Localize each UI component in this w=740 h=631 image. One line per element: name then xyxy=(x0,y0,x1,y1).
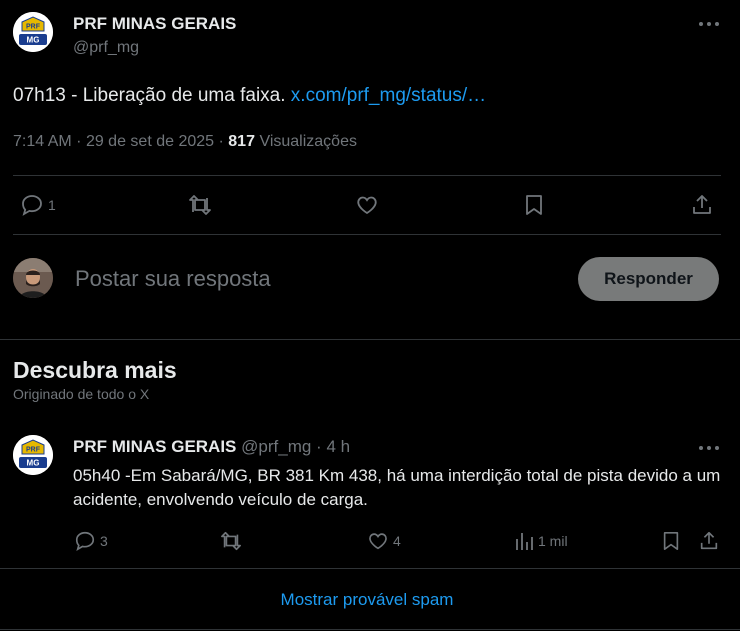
divider xyxy=(13,175,721,176)
related-views-count: 1 mil xyxy=(538,533,568,549)
related-retweet-icon[interactable] xyxy=(219,530,243,552)
related-author-handle[interactable]: @prf_mg xyxy=(241,437,311,456)
retweet-icon[interactable] xyxy=(187,193,213,217)
views-count: 817 xyxy=(228,133,255,150)
related-reply-button[interactable]: 3 xyxy=(74,530,108,552)
reply-icon xyxy=(74,530,96,552)
reply-input[interactable]: Postar sua resposta xyxy=(75,266,271,292)
more-options-icon[interactable] xyxy=(697,16,721,32)
related-views-button[interactable]: 1 mil xyxy=(514,530,568,552)
reply-icon xyxy=(20,193,44,217)
views-bar-chart-icon xyxy=(514,530,534,552)
divider xyxy=(0,629,740,630)
share-icon[interactable] xyxy=(690,193,714,217)
divider xyxy=(0,339,740,340)
tweet-body: 07h13 - Liberação de uma faixa. xyxy=(13,85,286,106)
show-spam-link[interactable]: Mostrar provável spam xyxy=(0,590,734,610)
reply-button[interactable]: 1 xyxy=(20,193,56,217)
author-avatar[interactable]: PRF MG xyxy=(13,12,53,52)
bookmark-icon[interactable] xyxy=(523,193,545,217)
related-tweet-header: PRF MINAS GERAIS @prf_mg · 4 h xyxy=(73,437,350,457)
tweet-link[interactable]: x.com/prf_mg/status/… xyxy=(291,85,486,106)
related-separator: · xyxy=(316,437,322,456)
tweet-text: 07h13 - Liberação de uma faixa. x.com/pr… xyxy=(13,84,486,108)
user-avatar[interactable] xyxy=(13,258,53,298)
tweet-date[interactable]: 29 de set de 2025 xyxy=(86,133,214,150)
discover-subtitle: Originado de todo o X xyxy=(13,386,150,402)
tweet-meta: 7:14 AM · 29 de set de 2025 · 817 Visual… xyxy=(13,133,357,150)
discover-title: Descubra mais xyxy=(13,357,177,383)
tweet-time[interactable]: 7:14 AM xyxy=(13,133,72,150)
views-label: Visualizações xyxy=(259,133,357,150)
author-handle[interactable]: @prf_mg xyxy=(73,39,139,57)
related-author-name[interactable]: PRF MINAS GERAIS xyxy=(73,437,236,456)
svg-text:PRF: PRF xyxy=(26,24,41,31)
related-more-options-icon[interactable] xyxy=(697,440,721,456)
svg-text:MG: MG xyxy=(27,36,40,45)
related-like-button[interactable]: 4 xyxy=(367,530,401,552)
related-reply-count: 3 xyxy=(100,533,108,549)
related-author-avatar[interactable]: PRF MG xyxy=(13,435,53,475)
reply-count: 1 xyxy=(48,197,56,213)
related-like-count: 4 xyxy=(393,533,401,549)
author-name[interactable]: PRF MINAS GERAIS xyxy=(73,14,236,34)
like-icon[interactable] xyxy=(355,193,379,217)
svg-text:PRF: PRF xyxy=(26,447,41,454)
like-icon xyxy=(367,530,389,552)
related-share-icon[interactable] xyxy=(698,530,720,552)
related-age[interactable]: 4 h xyxy=(326,437,350,456)
svg-text:MG: MG xyxy=(27,459,40,468)
reply-submit-button[interactable]: Responder xyxy=(578,257,719,301)
related-tweet-text: 05h40 -Em Sabará/MG, BR 381 Km 438, há u… xyxy=(73,466,721,509)
related-bookmark-icon[interactable] xyxy=(661,530,681,552)
divider xyxy=(13,234,721,235)
divider xyxy=(0,568,740,569)
